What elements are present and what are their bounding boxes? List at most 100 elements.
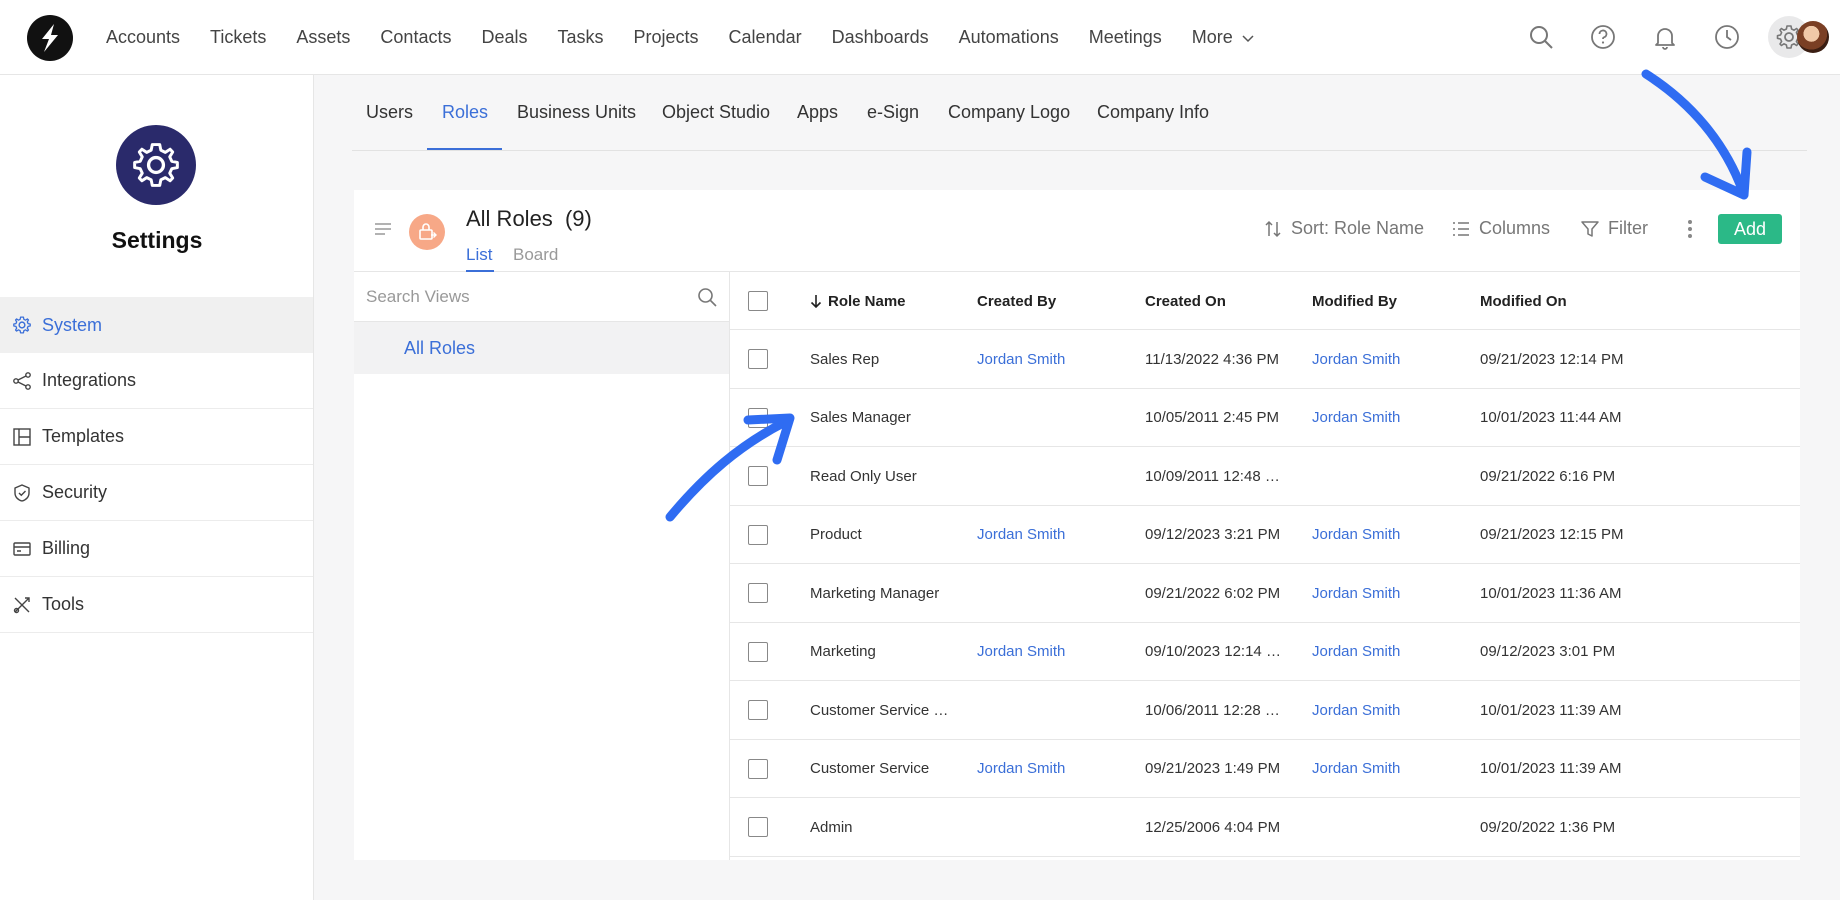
search-icon[interactable] bbox=[696, 286, 718, 308]
sidebar-item-integrations[interactable]: Integrations bbox=[0, 353, 313, 409]
modified-by-cell[interactable] bbox=[1312, 447, 1467, 505]
column-header-created-on[interactable]: Created On bbox=[1145, 272, 1226, 330]
sidebar-item-tools[interactable]: Tools bbox=[0, 577, 313, 633]
modified-by-cell[interactable] bbox=[1312, 798, 1467, 856]
table-row[interactable]: Marketing Jordan Smith 09/10/2023 12:14 … bbox=[730, 623, 1800, 681]
filter-button[interactable]: Filter bbox=[1580, 218, 1648, 239]
sidebar-item-templates[interactable]: Templates bbox=[0, 409, 313, 465]
table-row[interactable]: Admin 12/25/2006 4:04 PM 09/20/2022 1:36… bbox=[730, 798, 1800, 857]
nav-more-label: More bbox=[1191, 27, 1233, 47]
modified-by-cell[interactable]: Jordan Smith bbox=[1312, 389, 1467, 447]
nav-automations[interactable]: Automations bbox=[959, 27, 1059, 48]
modified-on-cell: 09/21/2023 12:15 PM bbox=[1480, 526, 1624, 543]
created-by-cell[interactable]: Jordan Smith bbox=[977, 740, 1132, 798]
search-button[interactable] bbox=[1520, 16, 1562, 58]
role-name-cell[interactable]: Read Only User bbox=[810, 447, 965, 505]
column-header-created-by[interactable]: Created By bbox=[977, 272, 1056, 330]
role-name-cell[interactable]: Marketing bbox=[810, 623, 965, 681]
nav-deals[interactable]: Deals bbox=[481, 27, 527, 48]
card-icon bbox=[13, 541, 31, 556]
nav-projects[interactable]: Projects bbox=[634, 27, 699, 48]
role-name-cell[interactable]: Customer Service bbox=[810, 740, 965, 798]
table-row[interactable]: Marketing Manager 09/21/2022 6:02 PM Jor… bbox=[730, 564, 1800, 623]
table-row[interactable]: Product Jordan Smith 09/12/2023 3:21 PM … bbox=[730, 506, 1800, 564]
more-options-icon[interactable] bbox=[1684, 218, 1696, 240]
created-by-cell[interactable] bbox=[977, 447, 1132, 505]
table-row[interactable]: Sales Rep Jordan Smith 11/13/2022 4:36 P… bbox=[730, 330, 1800, 389]
select-all-checkbox[interactable] bbox=[748, 291, 768, 311]
columns-button[interactable]: Columns bbox=[1451, 218, 1550, 239]
modified-by-cell[interactable]: Jordan Smith bbox=[1312, 623, 1467, 681]
nav-dashboards[interactable]: Dashboards bbox=[832, 27, 929, 48]
active-tab-indicator bbox=[427, 148, 502, 150]
row-checkbox[interactable] bbox=[748, 700, 768, 720]
nav-calendar[interactable]: Calendar bbox=[729, 27, 802, 48]
sidebar-item-security[interactable]: Security bbox=[0, 465, 313, 521]
sidebar-item-label: System bbox=[42, 314, 103, 335]
tab-users[interactable]: Users bbox=[366, 102, 413, 123]
created-by-cell[interactable] bbox=[977, 564, 1132, 622]
tab-company-logo[interactable]: Company Logo bbox=[948, 102, 1070, 123]
sidebar-item-billing[interactable]: Billing bbox=[0, 521, 313, 577]
table-row[interactable]: Sales Manager 10/05/2011 2:45 PM Jordan … bbox=[730, 389, 1800, 447]
nav-tickets[interactable]: Tickets bbox=[210, 27, 266, 48]
table-row[interactable]: Customer Service … 10/06/2011 12:28 … Jo… bbox=[730, 681, 1800, 740]
menu-icon[interactable] bbox=[374, 222, 392, 236]
nav-assets[interactable]: Assets bbox=[296, 27, 350, 48]
tab-roles[interactable]: Roles bbox=[442, 102, 488, 123]
column-header-role-name[interactable]: Role Name bbox=[810, 272, 906, 330]
created-by-cell[interactable]: Jordan Smith bbox=[977, 623, 1132, 681]
nav-tasks[interactable]: Tasks bbox=[558, 27, 604, 48]
row-checkbox[interactable] bbox=[748, 583, 768, 603]
row-checkbox[interactable] bbox=[748, 466, 768, 486]
modified-by-cell[interactable]: Jordan Smith bbox=[1312, 564, 1467, 622]
row-checkbox[interactable] bbox=[748, 641, 768, 662]
created-by-cell[interactable]: Jordan Smith bbox=[977, 330, 1132, 388]
created-by-cell[interactable] bbox=[977, 389, 1132, 447]
sidebar-item-system[interactable]: System bbox=[0, 297, 313, 353]
role-name-cell[interactable]: Sales Manager bbox=[810, 389, 965, 447]
recent-button[interactable] bbox=[1706, 16, 1748, 58]
created-by-cell[interactable] bbox=[977, 798, 1132, 856]
modified-by-cell[interactable]: Jordan Smith bbox=[1312, 740, 1467, 798]
tab-business-units[interactable]: Business Units bbox=[517, 102, 636, 123]
row-checkbox[interactable] bbox=[748, 817, 768, 837]
row-checkbox[interactable] bbox=[748, 407, 768, 428]
row-checkbox[interactable] bbox=[748, 524, 768, 545]
tab-list[interactable]: List bbox=[466, 245, 492, 265]
tab-apps[interactable]: Apps bbox=[797, 102, 838, 123]
tab-e-sign[interactable]: e-Sign bbox=[867, 102, 919, 123]
column-header-modified-on[interactable]: Modified On bbox=[1480, 272, 1567, 330]
tab-board[interactable]: Board bbox=[513, 245, 558, 265]
table-row[interactable]: Read Only User 10/09/2011 12:48 … 09/21/… bbox=[730, 447, 1800, 506]
view-item-all-roles[interactable]: All Roles bbox=[354, 322, 729, 374]
help-button[interactable] bbox=[1582, 16, 1624, 58]
search-views-input[interactable] bbox=[366, 282, 686, 312]
column-header-modified-by[interactable]: Modified By bbox=[1312, 272, 1397, 330]
sort-button[interactable]: Sort: Role Name bbox=[1263, 218, 1424, 239]
table-row[interactable]: Customer Service Jordan Smith 09/21/2023… bbox=[730, 740, 1800, 798]
modified-by-cell[interactable]: Jordan Smith bbox=[1312, 330, 1467, 388]
role-name-cell[interactable]: Product bbox=[810, 506, 965, 564]
modified-by-cell[interactable]: Jordan Smith bbox=[1312, 506, 1467, 564]
add-button[interactable]: Add bbox=[1718, 214, 1782, 244]
modified-by-cell[interactable]: Jordan Smith bbox=[1312, 681, 1467, 739]
role-name-cell[interactable]: Marketing Manager bbox=[810, 564, 965, 622]
role-name-cell[interactable]: Admin bbox=[810, 798, 965, 856]
role-name-cell[interactable]: Sales Rep bbox=[810, 330, 965, 388]
modified-on-cell: 09/21/2023 12:14 PM bbox=[1480, 350, 1624, 368]
notifications-button[interactable] bbox=[1644, 16, 1686, 58]
app-logo[interactable] bbox=[27, 15, 73, 61]
created-by-cell[interactable]: Jordan Smith bbox=[977, 506, 1132, 564]
created-by-cell[interactable] bbox=[977, 681, 1132, 739]
row-checkbox[interactable] bbox=[748, 758, 768, 779]
user-avatar[interactable] bbox=[1797, 21, 1829, 53]
nav-more-menu[interactable]: More bbox=[1192, 27, 1255, 48]
nav-meetings[interactable]: Meetings bbox=[1089, 27, 1162, 48]
nav-contacts[interactable]: Contacts bbox=[380, 27, 451, 48]
role-name-cell[interactable]: Customer Service … bbox=[810, 681, 965, 739]
tab-object-studio[interactable]: Object Studio bbox=[662, 102, 770, 123]
row-checkbox[interactable] bbox=[748, 349, 768, 369]
nav-accounts[interactable]: Accounts bbox=[106, 27, 180, 48]
tab-company-info[interactable]: Company Info bbox=[1097, 102, 1209, 123]
